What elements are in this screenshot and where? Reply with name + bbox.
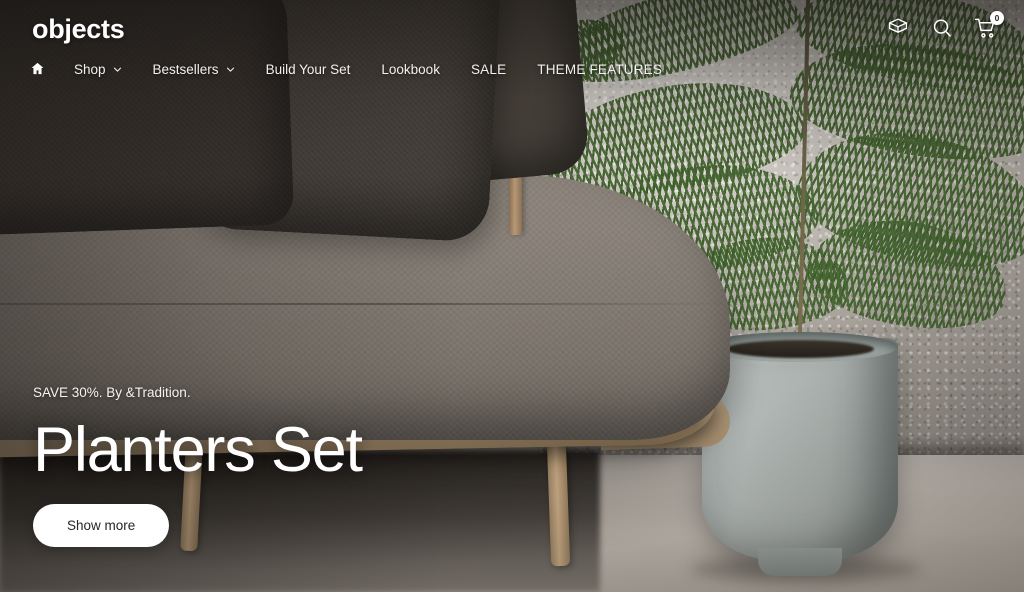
nav-item-label: Shop xyxy=(74,62,106,77)
nav-item-label: Lookbook xyxy=(381,62,440,77)
nav-item-label: SALE xyxy=(470,62,507,77)
nav-item-label: THEME FEATURES xyxy=(537,62,663,77)
search-icon[interactable] xyxy=(930,16,954,40)
nav-item-sale[interactable]: SALE xyxy=(471,60,506,80)
package-box-icon[interactable] xyxy=(886,16,910,40)
nav-item-label: Bestsellers xyxy=(152,62,219,77)
nav-item-bestsellers[interactable]: Bestsellers xyxy=(153,60,235,80)
header-actions: 0 xyxy=(886,11,1004,40)
chevron-down-icon xyxy=(113,65,122,74)
chevron-down-icon xyxy=(226,65,235,74)
nav-item-build-your-set[interactable]: Build Your Set xyxy=(266,60,351,80)
nav-item-home[interactable] xyxy=(30,58,45,82)
home-icon xyxy=(30,61,45,79)
shopping-cart-icon[interactable]: 0 xyxy=(974,11,1004,40)
hero-headline: Planters Set xyxy=(33,414,363,485)
nav-item-label: Build Your Set xyxy=(265,62,351,77)
nav-item-lookbook[interactable]: Lookbook xyxy=(381,60,440,80)
primary-navigation: Shop Bestsellers Build Your Set Lookbook… xyxy=(30,58,693,82)
site-header: objects Shop Bestsellers Build Your Set … xyxy=(0,0,1024,92)
site-logo[interactable]: objects xyxy=(32,16,125,43)
nav-item-theme-features[interactable]: THEME FEATURES xyxy=(537,60,662,80)
hero-banner: objects Shop Bestsellers Build Your Set … xyxy=(0,0,1024,592)
show-more-button[interactable]: Show more xyxy=(33,503,170,548)
photo-planter-pot xyxy=(702,338,898,560)
hero-eyebrow: SAVE 30%. By &Tradition. xyxy=(33,385,191,400)
nav-item-shop[interactable]: Shop xyxy=(74,60,122,80)
hero-copy: SAVE 30%. By &Tradition. Planters Set Sh… xyxy=(33,385,363,548)
photo-planter-foot xyxy=(758,548,842,576)
cart-count-badge: 0 xyxy=(990,11,1004,25)
photo-planter-soil xyxy=(726,340,874,358)
